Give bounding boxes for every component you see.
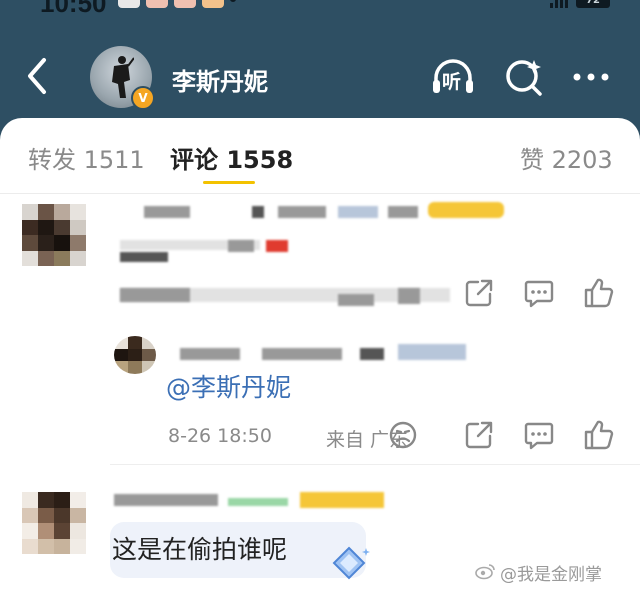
comment-text[interactable]: 这是在偷拍谁呢 bbox=[112, 530, 287, 566]
comment-icon bbox=[524, 422, 554, 450]
pixelated-username bbox=[144, 206, 190, 218]
comments-sheet: 转发 1511 评论 1558 赞 2203 @李斯丹妮 8-26 18:50 … bbox=[0, 118, 640, 592]
chevron-left-icon bbox=[28, 58, 46, 94]
like-button[interactable] bbox=[582, 276, 616, 310]
status-right: 72 bbox=[550, 0, 610, 8]
share-icon bbox=[465, 279, 493, 307]
emoji-button[interactable] bbox=[386, 418, 420, 452]
pixelated-meta bbox=[338, 294, 374, 306]
reply-avatar-pixelated[interactable] bbox=[114, 336, 156, 374]
status-bar: 10:50 72 bbox=[0, 0, 640, 22]
listen-label: 听 bbox=[442, 71, 462, 93]
profile-name[interactable]: 李斯丹妮 bbox=[172, 62, 268, 97]
pixelated-emoji bbox=[266, 240, 288, 252]
pixelated-member-badge bbox=[428, 202, 504, 218]
app-notification-icon bbox=[118, 0, 140, 8]
pixelated-badge bbox=[228, 498, 288, 506]
more-notifications-dot bbox=[230, 0, 236, 2]
active-tab-indicator bbox=[203, 181, 255, 184]
app-notification-icon bbox=[174, 0, 196, 8]
weibo-logo-icon bbox=[475, 564, 495, 580]
tab-likes[interactable]: 赞 2203 bbox=[520, 140, 613, 175]
like-button[interactable] bbox=[582, 418, 616, 452]
reply-mention-link[interactable]: @李斯丹妮 bbox=[166, 368, 291, 404]
tab-comments[interactable]: 评论 1558 bbox=[170, 140, 293, 175]
reply-timestamp: 8-26 18:50 bbox=[168, 425, 272, 447]
pixelated-username bbox=[114, 494, 218, 506]
comment-avatar-pixelated[interactable] bbox=[22, 492, 86, 554]
share-button[interactable] bbox=[462, 418, 496, 452]
pixelated-reply-username bbox=[360, 348, 384, 360]
watermark: @我是金刚掌 bbox=[500, 565, 602, 585]
more-dots-icon bbox=[573, 73, 609, 81]
pixelated-reply-username bbox=[262, 348, 342, 360]
comment-icon bbox=[524, 280, 554, 308]
signal-icon bbox=[550, 0, 568, 8]
share-icon bbox=[465, 421, 493, 449]
back-button[interactable] bbox=[18, 52, 58, 100]
vip-badge: V bbox=[131, 86, 155, 110]
pixelated-reply-badge bbox=[398, 344, 466, 360]
listen-button[interactable]: 听 bbox=[430, 56, 476, 98]
status-app-icons bbox=[118, 0, 236, 8]
battery-icon: 72 bbox=[576, 0, 610, 8]
weibo-notification-icon bbox=[146, 0, 168, 8]
thumbs-up-icon bbox=[584, 420, 614, 450]
pixelated-username bbox=[252, 206, 264, 218]
comment-button[interactable] bbox=[522, 418, 556, 452]
comment-avatar-pixelated[interactable] bbox=[22, 204, 86, 266]
diamond-badge-icon bbox=[332, 546, 370, 580]
pixelated-badge bbox=[338, 206, 378, 218]
pixelated-comment-text bbox=[228, 240, 254, 252]
more-button[interactable] bbox=[568, 56, 614, 98]
status-time: 10:50 bbox=[40, 0, 107, 18]
comment-button[interactable] bbox=[522, 276, 556, 310]
pixelated-meta bbox=[398, 288, 420, 304]
share-button[interactable] bbox=[462, 276, 496, 310]
pixelated-member-badge bbox=[300, 492, 384, 508]
thumbs-up-icon bbox=[584, 278, 614, 308]
pixelated-username bbox=[278, 206, 326, 218]
avatar-figure-icon bbox=[112, 56, 134, 98]
comment-divider bbox=[110, 464, 640, 465]
tab-reposts[interactable]: 转发 1511 bbox=[28, 140, 145, 175]
profile-header: V 李斯丹妮 听 bbox=[0, 40, 640, 114]
taobao-notification-icon bbox=[202, 0, 224, 8]
search-sparkle-icon bbox=[506, 60, 542, 96]
search-button[interactable] bbox=[502, 56, 548, 98]
sad-face-icon bbox=[389, 421, 417, 449]
pixelated-reply-username bbox=[180, 348, 240, 360]
pixelated-badge bbox=[388, 206, 418, 218]
pixelated-comment-text bbox=[120, 252, 168, 262]
pixelated-meta bbox=[120, 288, 190, 302]
tab-bar: 转发 1511 评论 1558 赞 2203 bbox=[0, 118, 640, 194]
